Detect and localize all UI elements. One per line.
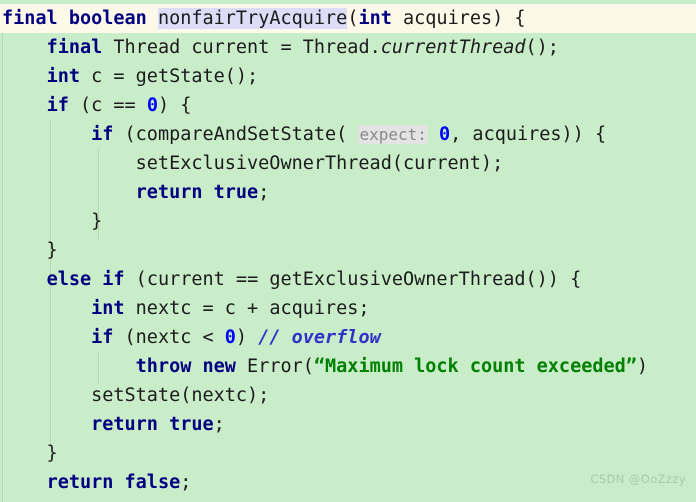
code-token: ) [235,327,259,348]
code-line[interactable]: final Thread current = Thread.currentThr… [0,33,696,62]
code-token: (c == [68,95,147,116]
code-line[interactable]: if (nextc < 0) // overflow [0,323,696,352]
code-token: , acquires)) { [450,124,607,145]
code-line[interactable]: if (compareAndSetState( expect: 0, acqui… [0,120,696,149]
code-token: (); [525,37,559,58]
code-line[interactable]: if (c == 0) { [0,91,696,120]
code-line[interactable]: throw new Error(“Maximum lock count exce… [0,352,696,381]
code-token: (nextc < [113,327,225,348]
code-token: } [2,443,58,464]
csdn-watermark: CSDN @OoZzzy [590,472,686,486]
keyword-token: return [135,182,203,203]
string-literal: “Maximum lock count exceeded” [313,356,637,377]
keyword-token: new [202,356,236,377]
keyword-token: else [46,269,92,290]
keyword-token: true [213,182,259,203]
code-token: } [2,211,103,232]
code-token: ; [180,472,192,493]
code-token: (compareAndSetState( [113,124,359,145]
code-line[interactable]: else if (current == getExclusiveOwnerThr… [0,265,696,294]
code-token: currentThread [380,37,526,58]
code-token: ; [258,182,270,203]
keyword-token: final [46,37,103,58]
code-editor-viewport[interactable]: final boolean nonfairTryAcquire(int acqu… [0,0,696,502]
keyword-token: int [91,298,125,319]
parameter-hint: expect: [358,125,428,144]
code-token: acquires) { [391,8,526,29]
code-token: ) { [157,95,192,116]
keyword-token: final [2,8,58,29]
code-line[interactable]: final boolean nonfairTryAcquire(int acqu… [0,4,696,33]
scrolled-line-sliver [0,0,696,4]
code-token: ( [347,8,359,29]
code-comment: // overflow [258,327,381,348]
method-name-highlight: nonfairTryAcquire [157,8,348,29]
code-token: } [2,240,58,261]
code-token: setExclusiveOwnerThread(current); [2,153,504,174]
number-literal: 0 [439,124,451,145]
keyword-token: boolean [68,8,147,29]
code-line[interactable]: return true; [0,178,696,207]
code-line[interactable]: int nextc = c + acquires; [0,294,696,323]
code-line[interactable]: return true; [0,410,696,439]
code-content[interactable]: final boolean nonfairTryAcquire(int acqu… [0,4,696,497]
code-token: ) [636,356,649,377]
keyword-token: int [46,66,80,87]
code-line[interactable]: } [0,439,696,468]
keyword-token: if [46,95,69,116]
code-line[interactable]: } [0,207,696,236]
code-token: Error( [235,356,314,377]
number-literal: 0 [146,95,158,116]
keyword-token: if [91,327,114,348]
code-token: c = getState(); [79,66,259,87]
keyword-token: int [358,8,392,29]
keyword-token: if [91,124,114,145]
keyword-token: return [91,414,158,435]
keyword-token: false [124,472,181,493]
code-token: Thread current = Thread. [102,37,381,58]
code-line[interactable]: setState(nextc); [0,381,696,410]
code-line[interactable]: setExclusiveOwnerThread(current); [0,149,696,178]
code-token: setState(nextc); [2,385,270,406]
number-literal: 0 [224,327,236,348]
keyword-token: true [169,414,214,435]
keyword-token: throw [135,356,192,377]
keyword-token: if [102,269,125,290]
code-token: (current == getExclusiveOwnerThread()) { [124,269,582,290]
code-line[interactable]: int c = getState(); [0,62,696,91]
code-token: ; [213,414,225,435]
code-token: nextc = c + acquires; [124,298,370,319]
keyword-token: return [46,472,114,493]
code-line[interactable]: } [0,236,696,265]
